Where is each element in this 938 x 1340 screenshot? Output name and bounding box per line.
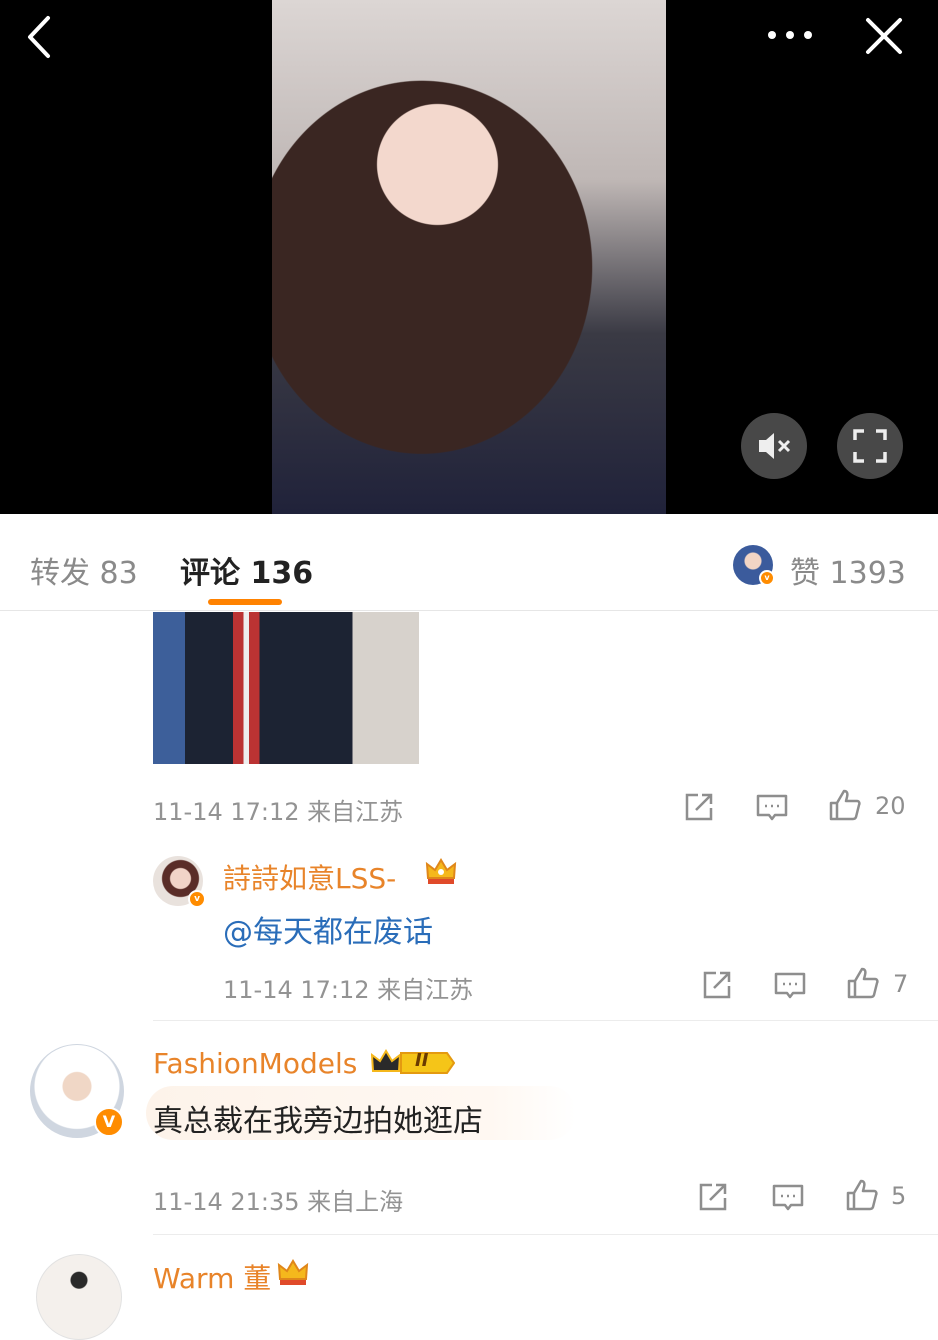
like-icon bbox=[829, 789, 861, 821]
commenter-username[interactable]: Warm 董 bbox=[153, 1257, 271, 1297]
comment-text: 真总裁在我旁边拍她逛店 bbox=[153, 1104, 483, 1139]
commenter-username-text: Warm 董 bbox=[153, 1262, 272, 1295]
comment-button[interactable] bbox=[755, 790, 789, 824]
commenter-username[interactable]: FashionModels bbox=[153, 1047, 357, 1080]
comment-meta: 11-14 21:35 来自上海 bbox=[153, 1188, 404, 1216]
repost-icon bbox=[685, 793, 713, 821]
commenter-avatar[interactable] bbox=[36, 1254, 122, 1340]
like-count: 5 bbox=[891, 1182, 907, 1210]
verified-icon: v bbox=[759, 570, 775, 586]
comment-icon bbox=[756, 794, 788, 821]
comment-icon bbox=[772, 1184, 804, 1211]
crown-icon bbox=[276, 1257, 310, 1293]
commenter-username-text: FashionModels bbox=[153, 1047, 358, 1080]
reply-username[interactable]: 詩詩如意LSS- bbox=[223, 857, 396, 897]
tab-likes-count: 1393 bbox=[829, 556, 906, 591]
tab-repost-count: 83 bbox=[99, 556, 138, 591]
more-icon bbox=[768, 31, 812, 39]
crown-icon bbox=[424, 856, 458, 892]
fullscreen-button[interactable] bbox=[837, 413, 903, 479]
tab-comments[interactable]: 评论 136 bbox=[180, 548, 313, 592]
like-icon bbox=[846, 1179, 878, 1211]
comment-icon bbox=[774, 972, 806, 999]
more-button[interactable] bbox=[762, 20, 818, 50]
divider bbox=[153, 1234, 938, 1235]
repost-button[interactable] bbox=[682, 790, 716, 824]
like-button[interactable] bbox=[846, 966, 880, 1000]
comment-meta: 11-14 17:12 来自江苏 bbox=[153, 798, 404, 826]
tab-likes[interactable]: 赞 1393 bbox=[790, 548, 906, 592]
close-button[interactable] bbox=[860, 12, 908, 60]
repost-icon bbox=[699, 1183, 727, 1211]
like-button[interactable] bbox=[828, 788, 862, 822]
back-button[interactable] bbox=[20, 12, 64, 62]
reply-meta: 11-14 17:12 来自江苏 bbox=[223, 976, 474, 1004]
mute-button[interactable] bbox=[741, 413, 807, 479]
repost-button[interactable] bbox=[700, 968, 734, 1002]
tab-comments-count: 136 bbox=[250, 556, 314, 591]
comment-button[interactable] bbox=[773, 968, 807, 1002]
reply-username-text: 詩詩如意LSS- bbox=[223, 862, 397, 895]
comment-image[interactable] bbox=[153, 612, 419, 764]
fullscreen-icon bbox=[853, 429, 887, 463]
member-level-badge: II bbox=[370, 1047, 456, 1079]
repost-icon bbox=[703, 971, 731, 999]
comment-button[interactable] bbox=[771, 1180, 805, 1214]
verified-icon: v bbox=[188, 890, 206, 908]
mute-icon bbox=[759, 433, 791, 459]
divider bbox=[153, 1020, 938, 1021]
tab-repost[interactable]: 转发 83 bbox=[30, 548, 138, 592]
reply-mention[interactable]: @每天都在废话 bbox=[223, 907, 433, 951]
repost-button[interactable] bbox=[696, 1180, 730, 1214]
close-icon bbox=[866, 18, 902, 54]
active-tab-indicator bbox=[208, 599, 282, 605]
like-button[interactable] bbox=[845, 1178, 879, 1212]
like-count: 7 bbox=[893, 970, 909, 998]
tab-comments-label: 评论 bbox=[180, 556, 240, 591]
verified-icon: V bbox=[94, 1107, 124, 1137]
like-icon bbox=[847, 967, 879, 999]
like-count: 20 bbox=[875, 792, 906, 820]
video-frame[interactable] bbox=[272, 0, 666, 514]
tab-repost-label: 转发 bbox=[30, 556, 90, 591]
member-level-text: II bbox=[415, 1050, 429, 1071]
back-icon bbox=[28, 16, 50, 58]
tab-likes-label: 赞 bbox=[790, 556, 820, 591]
